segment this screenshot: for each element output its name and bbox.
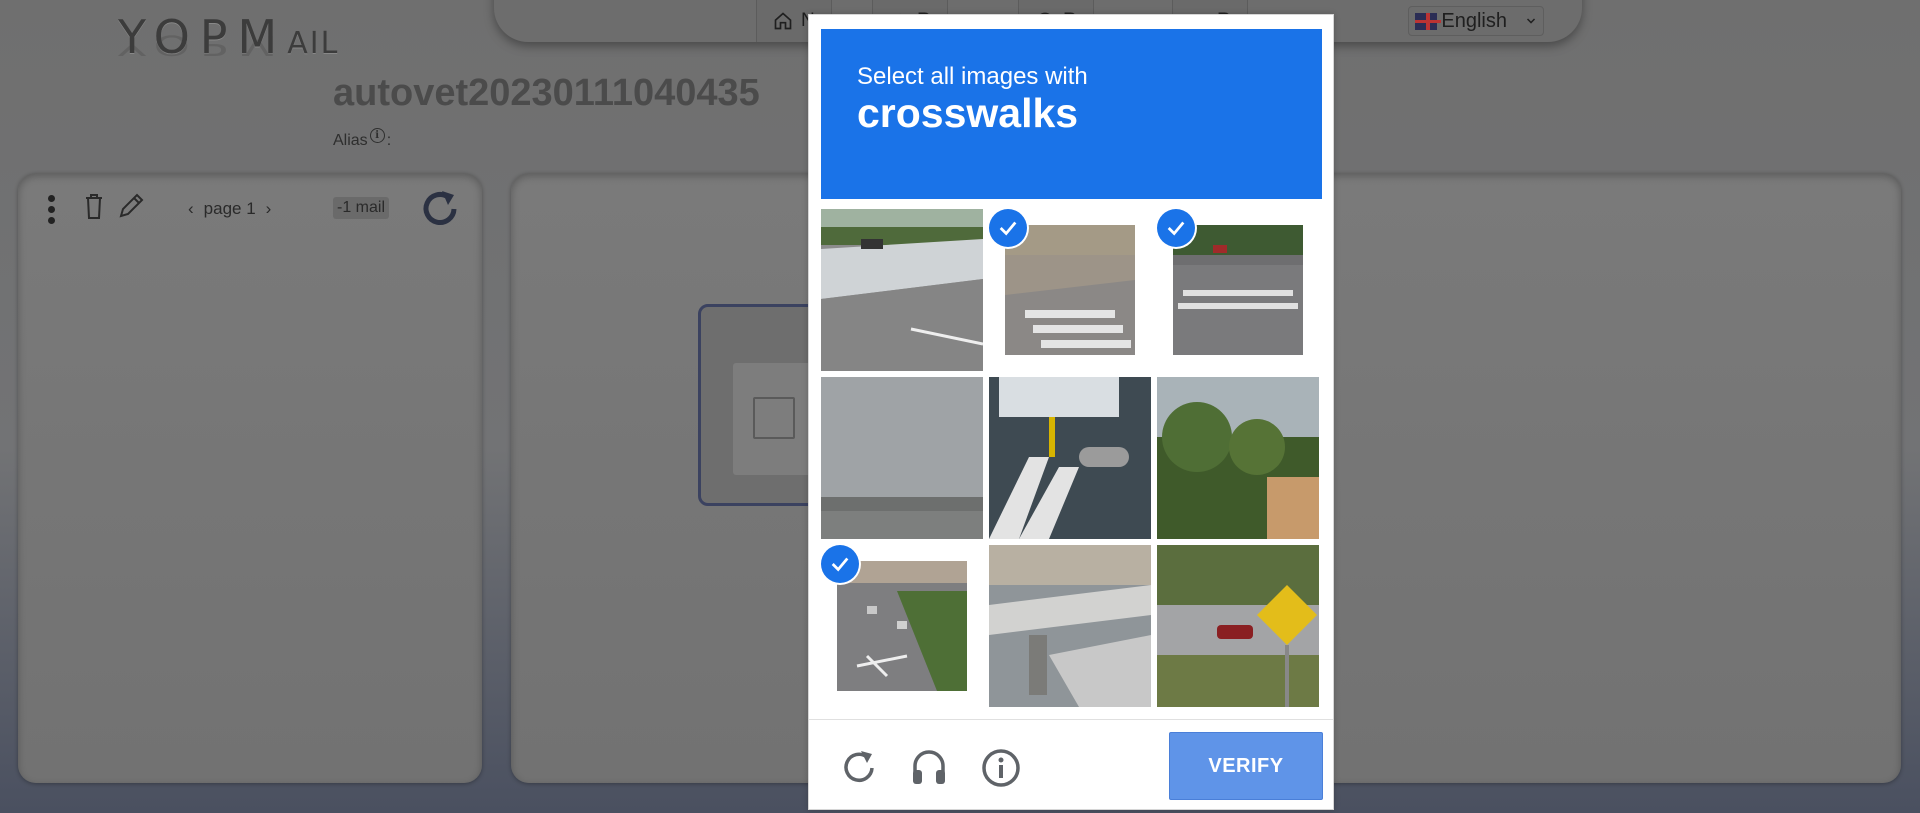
tile-image — [989, 545, 1151, 707]
logo-reflection: YOPM — [118, 29, 288, 62]
info-icon[interactable] — [981, 748, 1021, 788]
info-icon[interactable]: i — [369, 127, 385, 143]
language-select[interactable]: English — [1408, 6, 1544, 36]
selected-checkmark-icon — [821, 545, 859, 583]
tile-image — [1005, 225, 1135, 355]
tile-image — [1173, 225, 1303, 355]
page-label: page 1 — [203, 199, 256, 218]
alias-label: Alias — [333, 132, 368, 149]
tile-image — [1157, 545, 1319, 707]
pagination: ‹ page 1 › — [188, 199, 271, 219]
alias-separator: : — [386, 132, 392, 149]
captcha-tile-6[interactable] — [1157, 377, 1319, 539]
audio-challenge-icon[interactable] — [909, 748, 949, 788]
more-options-icon[interactable] — [48, 195, 56, 228]
refresh-icon[interactable] — [418, 187, 462, 231]
captcha-tile-8[interactable] — [989, 545, 1151, 707]
captcha-tile-2[interactable] — [989, 209, 1151, 371]
uk-flag-icon — [1415, 12, 1442, 30]
mail-count-badge: -1 mail — [333, 197, 390, 219]
captcha-prompt-text: Select all images with — [857, 63, 1088, 90]
verify-button[interactable]: VERIFY — [1169, 732, 1323, 800]
captcha-target-word: crosswalks — [857, 90, 1079, 136]
logo-text-tail: AIL — [287, 26, 340, 61]
captcha-tile-3[interactable] — [1157, 209, 1319, 371]
captcha-checkbox[interactable] — [753, 397, 795, 439]
prev-page-icon[interactable]: ‹ — [188, 199, 194, 219]
chevron-down-icon — [1526, 18, 1536, 24]
captcha-prompt-header: Select all images with crosswalks — [821, 29, 1322, 199]
selected-checkmark-icon — [989, 209, 1027, 247]
alias-row: Alias i : — [333, 127, 392, 150]
captcha-tile-5[interactable] — [989, 377, 1151, 539]
trash-icon[interactable] — [84, 193, 104, 219]
refresh-challenge-icon[interactable] — [839, 748, 879, 788]
pencil-icon[interactable] — [116, 191, 146, 221]
tile-image — [821, 377, 983, 539]
captcha-tile-9[interactable] — [1157, 545, 1319, 707]
captcha-tile-1[interactable] — [821, 209, 983, 371]
checkbox-container — [733, 363, 813, 475]
tile-image — [821, 209, 983, 371]
language-label: English — [1441, 9, 1507, 32]
captcha-tile-7[interactable] — [821, 545, 983, 707]
next-page-icon[interactable]: › — [266, 199, 272, 219]
captcha-challenge: Select all images with crosswalks VERIFY — [808, 14, 1334, 810]
hcaptcha-checkbox-card — [698, 304, 818, 506]
inbox-title: autovet20230111040435 — [333, 72, 760, 114]
tile-image — [837, 561, 967, 691]
captcha-footer: VERIFY — [809, 719, 1333, 809]
selected-checkmark-icon — [1157, 209, 1195, 247]
tile-image — [1157, 377, 1319, 539]
home-icon — [774, 12, 792, 30]
tile-image — [989, 377, 1151, 539]
inbox-panel: ‹ page 1 › -1 mail — [18, 173, 482, 783]
captcha-tile-4[interactable] — [821, 377, 983, 539]
